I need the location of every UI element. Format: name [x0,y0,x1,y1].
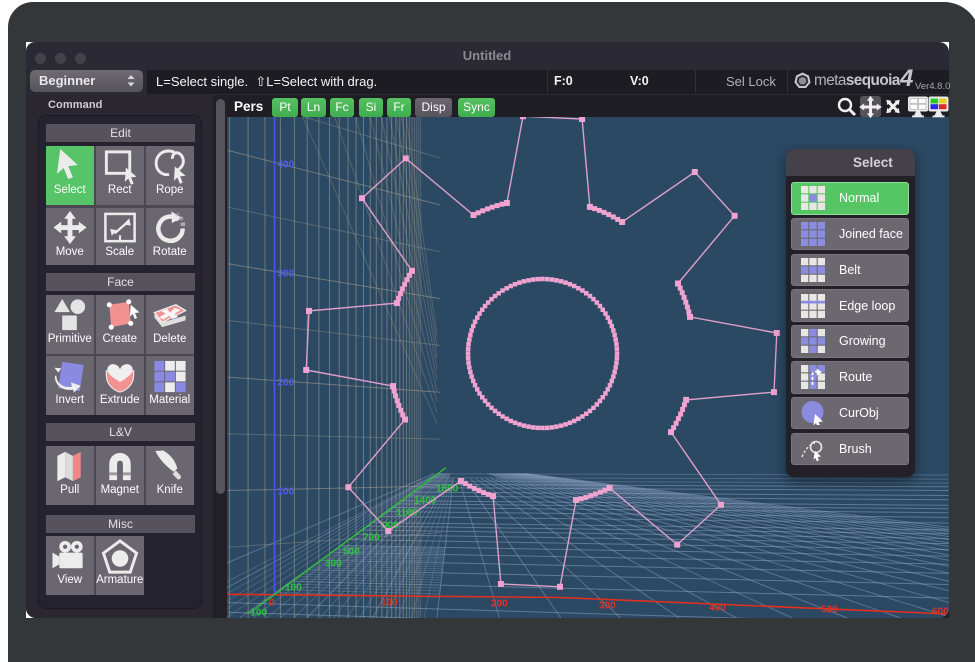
svg-text:400: 400 [278,159,295,170]
svg-text:300: 300 [599,600,616,611]
svg-text:500: 500 [821,604,838,615]
svg-text:200: 200 [278,377,295,388]
svg-text:700: 700 [363,532,380,543]
svg-text:100: 100 [278,486,295,497]
svg-text:100: 100 [381,597,398,608]
svg-text:300: 300 [278,268,295,279]
svg-text:0: 0 [269,597,275,608]
svg-text:200: 200 [491,598,508,609]
svg-text:300: 300 [325,558,342,569]
svg-text:500: 500 [343,546,360,557]
svg-text:400: 400 [709,602,726,613]
svg-text:100: 100 [285,582,302,593]
svg-text:-100: -100 [247,607,267,618]
